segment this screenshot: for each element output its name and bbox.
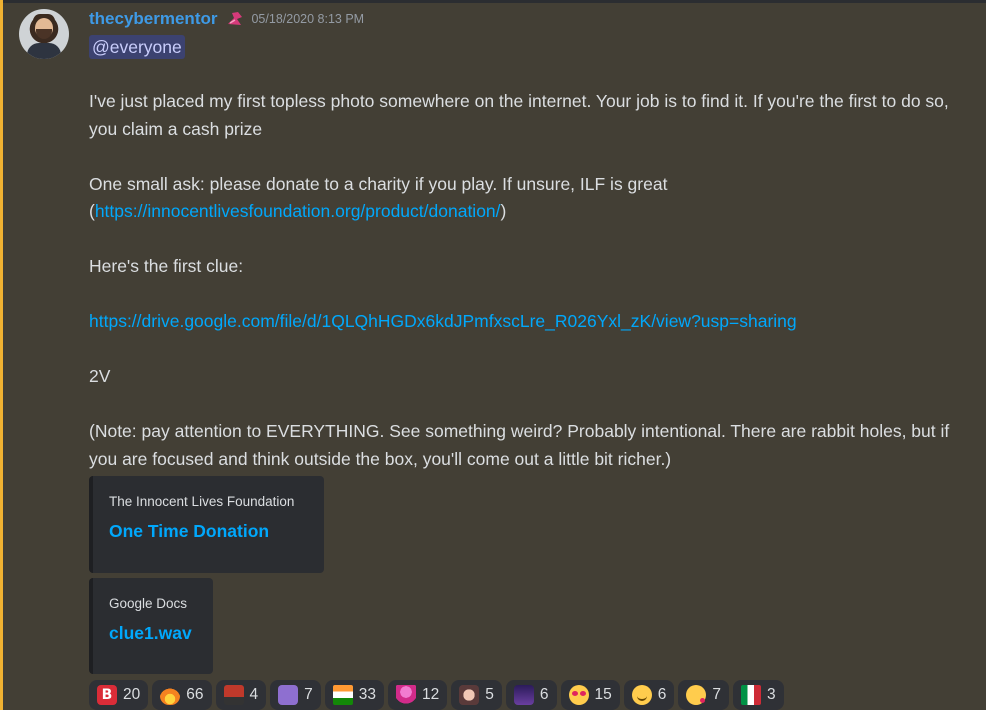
paragraph-intro: I've just placed my first topless photo … — [89, 91, 949, 139]
purple-custom-emoji-icon — [278, 685, 299, 705]
paren-close: ) — [500, 201, 507, 221]
reaction-pink-character[interactable]: 12 — [388, 680, 448, 710]
everyone-mention[interactable]: @everyone — [89, 35, 185, 59]
reaction-count: 5 — [485, 686, 494, 703]
reaction-smiling-hearts[interactable]: 6 — [623, 680, 675, 710]
reaction-count: 20 — [123, 686, 141, 703]
reaction-count: 6 — [657, 686, 667, 703]
avatar-shirt — [27, 43, 61, 59]
paragraph-first-clue: Here's the first clue: — [89, 256, 244, 276]
paragraph-2v: 2V — [89, 366, 111, 386]
paragraph-donation: One small ask: please donate to a charit… — [89, 171, 969, 226]
embed-provider[interactable]: Google Docs — [109, 596, 197, 611]
night-city-emoji-icon — [513, 685, 534, 705]
reaction-count: 6 — [539, 686, 549, 703]
smiling-face-with-hearts-emoji-icon — [631, 685, 652, 705]
top-divider — [0, 0, 986, 3]
reaction-purple-custom[interactable]: 7 — [270, 680, 321, 710]
reaction-count: 7 — [712, 686, 721, 703]
heart-eyes-emoji-icon — [568, 685, 589, 705]
india-flag-emoji-icon — [332, 685, 353, 705]
reaction-count: 33 — [358, 686, 376, 703]
reaction-count: 3 — [767, 686, 776, 703]
paragraph-clue-link: https://drive.google.com/file/d/1QLQhHGD… — [89, 308, 969, 336]
reaction-night-city[interactable]: 6 — [505, 680, 557, 710]
letter-b-emoji-icon: B — [97, 685, 117, 705]
anime-face-emoji-icon — [459, 685, 480, 705]
reaction-fire-truck[interactable]: 4 — [215, 680, 267, 710]
italy-flag-emoji-icon — [741, 685, 761, 705]
avatar-beard — [36, 29, 52, 39]
embed-donation: The Innocent Lives Foundation One Time D… — [89, 476, 324, 573]
fire-truck-emoji-icon — [223, 685, 244, 705]
embed-provider[interactable]: The Innocent Lives Foundation — [109, 494, 308, 509]
reaction-count: 4 — [249, 686, 259, 703]
role-badge-icon[interactable] — [225, 9, 245, 29]
message-content: I've just placed my first topless photo … — [89, 88, 969, 473]
username[interactable]: thecybermentor — [89, 9, 217, 29]
clue-link[interactable]: https://drive.google.com/file/d/1QLQhHGD… — [89, 311, 797, 331]
reaction-count: 15 — [594, 686, 612, 703]
message-header: thecybermentor 05/18/2020 8:13 PM — [89, 7, 364, 31]
reaction-count: 66 — [186, 686, 204, 703]
reaction-india-flag[interactable]: 33 — [324, 680, 384, 710]
donation-link[interactable]: https://innocentlivesfoundation.org/prod… — [95, 201, 501, 221]
reaction-fire[interactable]: 66 — [152, 680, 212, 710]
pink-character-emoji-icon — [396, 685, 416, 705]
embed-title-link[interactable]: clue1.wav — [109, 623, 197, 644]
reaction-blowing-kiss[interactable]: 7 — [678, 680, 729, 710]
face-blowing-kiss-emoji-icon — [686, 685, 707, 705]
avatar[interactable] — [19, 9, 69, 59]
reaction-count: 7 — [304, 686, 313, 703]
reaction-letter-b[interactable]: B 20 — [89, 680, 149, 710]
reaction-anime-face[interactable]: 5 — [451, 680, 502, 710]
reaction-italy-flag[interactable]: 3 — [733, 680, 784, 710]
embed-title-link[interactable]: One Time Donation — [109, 521, 308, 542]
message-container: thecybermentor 05/18/2020 8:13 PM @every… — [0, 0, 986, 710]
reactions-bar: B 20 66 4 7 33 12 5 6 15 6 7 3 — [89, 680, 784, 710]
reaction-count: 12 — [422, 686, 440, 703]
timestamp[interactable]: 05/18/2020 8:13 PM — [251, 12, 364, 26]
donation-text: One small ask: please donate to a charit… — [89, 173, 668, 194]
paragraph-note: (Note: pay attention to EVERYTHING. See … — [89, 421, 950, 469]
fire-emoji-icon — [160, 685, 181, 705]
embed-google-docs: Google Docs clue1.wav — [89, 578, 213, 674]
mention-highlight-bar — [0, 0, 3, 710]
reaction-heart-eyes[interactable]: 15 — [560, 680, 620, 710]
